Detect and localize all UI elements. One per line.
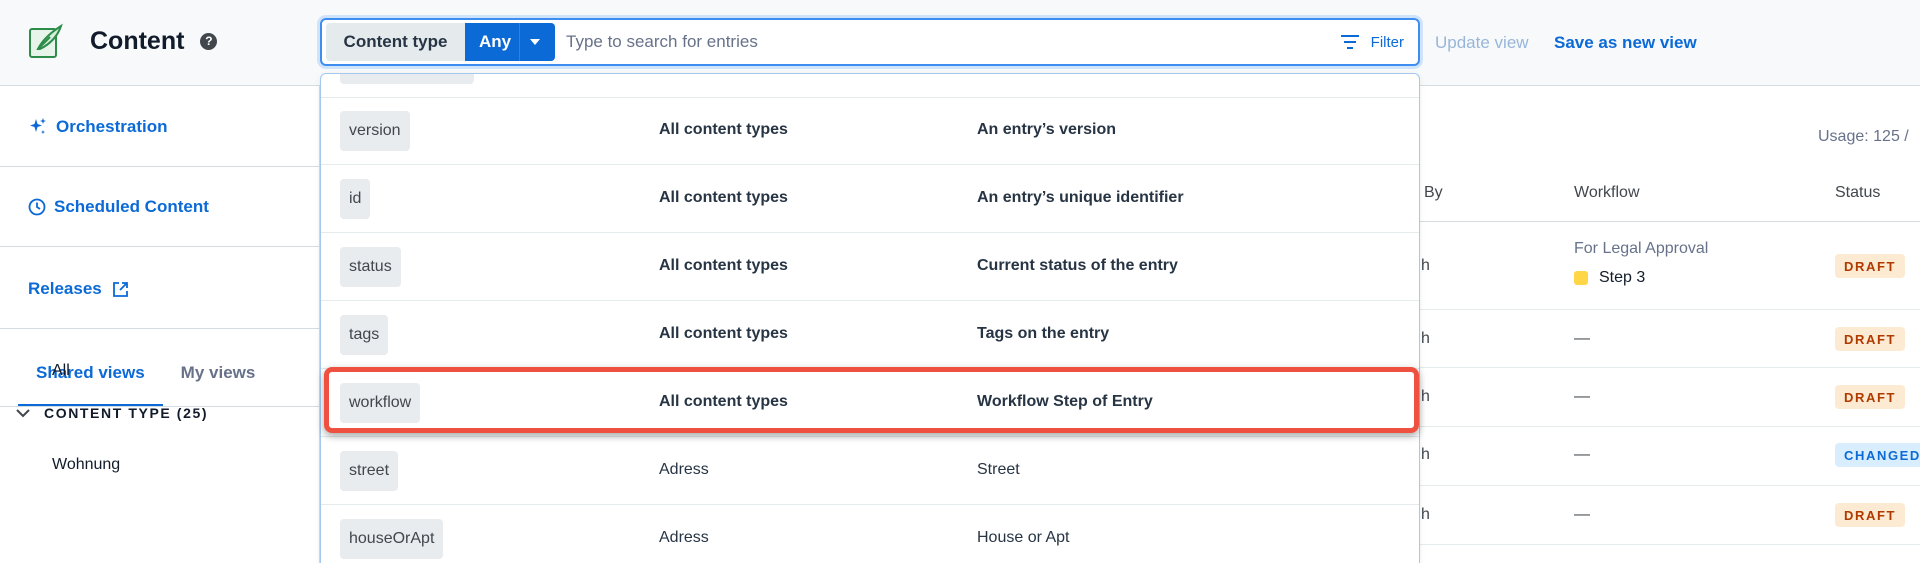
- suggestion-key-chip: [340, 74, 474, 84]
- sidebar-item-orchestration[interactable]: Orchestration: [28, 117, 167, 137]
- search-suggestions-dropdown: version All content types An entry’s ver…: [320, 73, 1420, 563]
- suggestion-row[interactable]: status All content types Current status …: [321, 233, 1419, 301]
- cell-workflow: —: [1574, 506, 1590, 523]
- filter-icon: [1340, 35, 1359, 49]
- cell-updated-by: h: [1421, 446, 1430, 463]
- cell-updated-by: h: [1421, 330, 1430, 347]
- sidebar-item-label: Releases: [28, 279, 102, 298]
- cell-workflow: —: [1574, 330, 1590, 347]
- status-badge: CHANGED: [1835, 443, 1920, 467]
- suggestion-key-chip: workflow: [340, 383, 421, 423]
- chevron-down-icon: [16, 408, 30, 417]
- content-app-icon: [29, 23, 63, 58]
- suggestion-scope: Adress: [659, 461, 709, 478]
- suggestion-description: Workflow Step of Entry: [977, 393, 1153, 410]
- suggestion-row[interactable]: version All content types An entry’s ver…: [321, 97, 1419, 165]
- suggestion-key-chip: version: [340, 111, 410, 151]
- suggestion-row-partial[interactable]: [321, 74, 1419, 98]
- cell-workflow: —: [1574, 388, 1590, 405]
- search-bar: Content type Any Filter: [320, 18, 1420, 66]
- workflow-step: Step 3: [1574, 269, 1708, 287]
- suggestion-row-workflow[interactable]: workflow All content types Workflow Step…: [321, 369, 1419, 437]
- sidebar: Orchestration Scheduled Content Releases…: [0, 86, 320, 563]
- content-type-value: Any: [479, 32, 512, 51]
- update-view-button[interactable]: Update view: [1435, 33, 1529, 53]
- view-all[interactable]: All: [52, 362, 70, 380]
- sidebar-item-scheduled[interactable]: Scheduled Content: [28, 197, 209, 217]
- usage-text: Usage: 125 /: [1818, 128, 1909, 145]
- suggestion-description: Current status of the entry: [977, 257, 1178, 274]
- status-badge: DRAFT: [1835, 385, 1906, 409]
- suggestion-key-chip: id: [340, 179, 371, 219]
- content-type-group-label: CONTENT TYPE (25): [44, 405, 209, 421]
- suggestion-scope: All content types: [659, 121, 788, 138]
- sidebar-item-label: Scheduled Content: [54, 197, 209, 216]
- suggestion-description: Tags on the entry: [977, 325, 1110, 342]
- cell-updated-by: h: [1421, 506, 1430, 523]
- clock-icon: [28, 198, 46, 216]
- suggestion-row[interactable]: tags All content types Tags on the entry: [321, 301, 1419, 369]
- suggestion-key-chip: houseOrApt: [340, 519, 444, 559]
- cell-workflow: For Legal Approval Step 3: [1574, 240, 1708, 287]
- tab-my-views[interactable]: My views: [163, 363, 274, 406]
- suggestion-description: An entry’s unique identifier: [977, 189, 1184, 206]
- tab-shared-views[interactable]: Shared views: [18, 363, 163, 406]
- suggestion-scope: All content types: [659, 257, 788, 274]
- divider: [0, 166, 320, 167]
- step-color-dot: [1574, 271, 1588, 285]
- column-header-status[interactable]: Status: [1835, 184, 1880, 202]
- sparkle-icon: [30, 118, 46, 134]
- suggestion-scope: All content types: [659, 189, 788, 206]
- page-title: Content: [90, 26, 185, 55]
- suggestion-row[interactable]: houseOrApt Adress House or Apt: [321, 505, 1419, 563]
- content-type-item[interactable]: Wohnung: [52, 456, 120, 474]
- divider: [0, 328, 320, 329]
- help-circle-icon[interactable]: ?: [200, 32, 218, 50]
- save-as-new-view-button[interactable]: Save as new view: [1554, 33, 1697, 53]
- suggestion-scope: All content types: [659, 325, 788, 342]
- workflow-step-label: Step 3: [1599, 269, 1646, 286]
- suggestion-row[interactable]: street Adress Street: [321, 437, 1419, 505]
- filter-button[interactable]: Filter: [1340, 29, 1404, 55]
- chevron-down-icon: [530, 39, 540, 45]
- divider: [0, 246, 320, 247]
- status-badge: DRAFT: [1835, 327, 1906, 351]
- suggestion-description: Street: [977, 461, 1020, 478]
- status-badge: DRAFT: [1835, 503, 1906, 527]
- suggestion-scope: All content types: [659, 393, 788, 410]
- sidebar-item-releases[interactable]: Releases: [28, 279, 137, 299]
- select-divider: [519, 23, 520, 61]
- content-type-group[interactable]: CONTENT TYPE (25): [16, 405, 208, 421]
- suggestion-key-chip: street: [340, 451, 399, 491]
- suggestion-key-chip: status: [340, 247, 401, 287]
- suggestion-description: An entry’s version: [977, 121, 1117, 138]
- status-badge: DRAFT: [1835, 254, 1906, 278]
- suggestion-key-chip: tags: [340, 315, 389, 355]
- suggestion-description: House or Apt: [977, 529, 1070, 546]
- search-input[interactable]: [566, 23, 1126, 61]
- column-header-workflow[interactable]: Workflow: [1574, 184, 1640, 202]
- cell-updated-by: h: [1421, 257, 1430, 274]
- brand: Content ?: [28, 23, 218, 59]
- suggestion-scope: Adress: [659, 529, 709, 546]
- workflow-title: For Legal Approval: [1574, 240, 1709, 257]
- filter-label: Filter: [1370, 33, 1404, 51]
- content-type-label: Content type: [326, 23, 465, 61]
- cell-updated-by: h: [1421, 388, 1430, 405]
- suggestion-row[interactable]: id All content types An entry’s unique i…: [321, 165, 1419, 233]
- cell-workflow: —: [1574, 446, 1590, 463]
- content-type-select[interactable]: Any: [465, 23, 555, 61]
- sidebar-item-label: Orchestration: [56, 117, 168, 136]
- column-header-by[interactable]: By: [1424, 184, 1443, 202]
- external-link-icon: [112, 281, 128, 297]
